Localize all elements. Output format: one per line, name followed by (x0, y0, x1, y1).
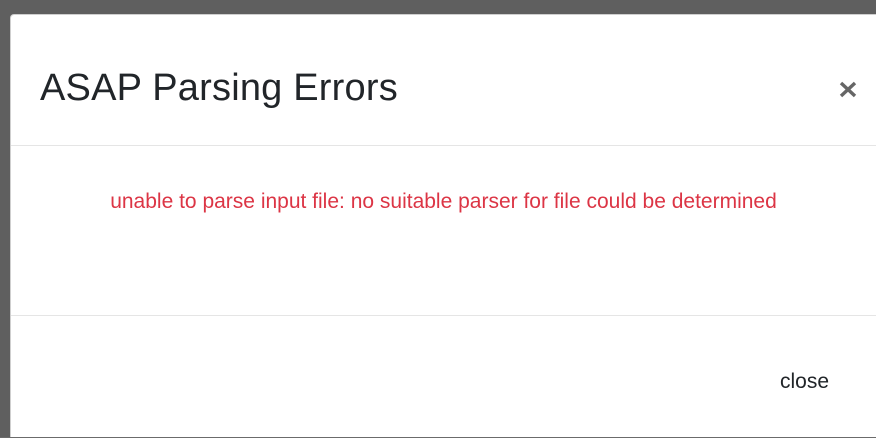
dialog-title: ASAP Parsing Errors (40, 67, 398, 109)
close-button[interactable]: close (778, 366, 831, 398)
parsing-errors-dialog: ASAP Parsing Errors unable to parse inpu… (10, 14, 876, 437)
error-message: unable to parse input file: no suitable … (110, 190, 777, 213)
dialog-header: ASAP Parsing Errors (11, 15, 876, 146)
x-icon[interactable] (838, 79, 858, 99)
dialog-footer: close (11, 316, 876, 438)
dialog-body: unable to parse input file: no suitable … (11, 146, 876, 316)
